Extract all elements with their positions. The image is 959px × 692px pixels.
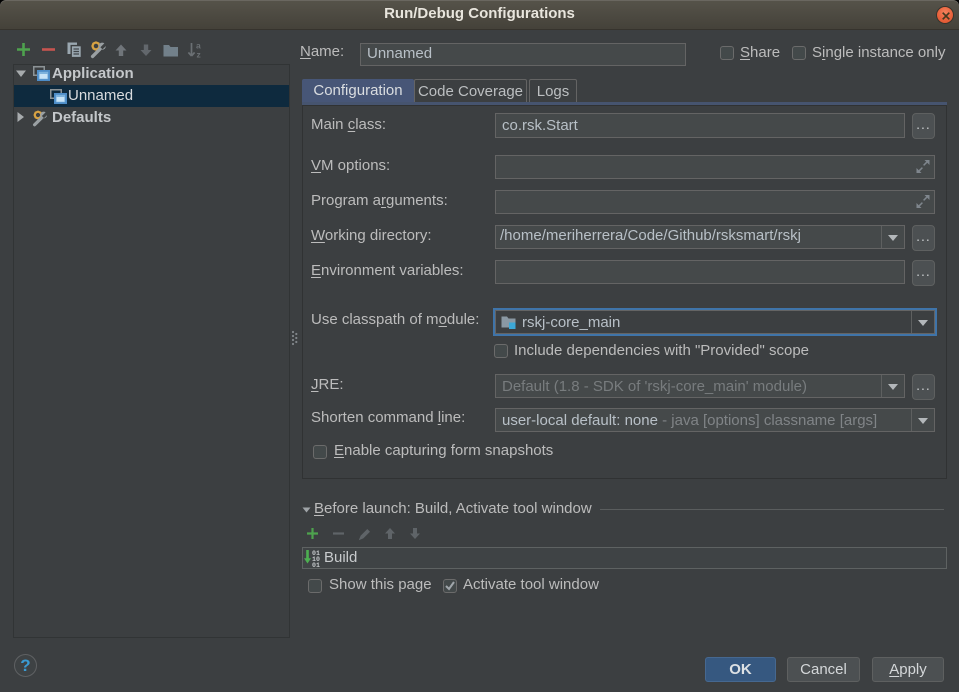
svg-text:z: z	[197, 50, 201, 60]
svg-text:01: 01	[312, 562, 320, 568]
